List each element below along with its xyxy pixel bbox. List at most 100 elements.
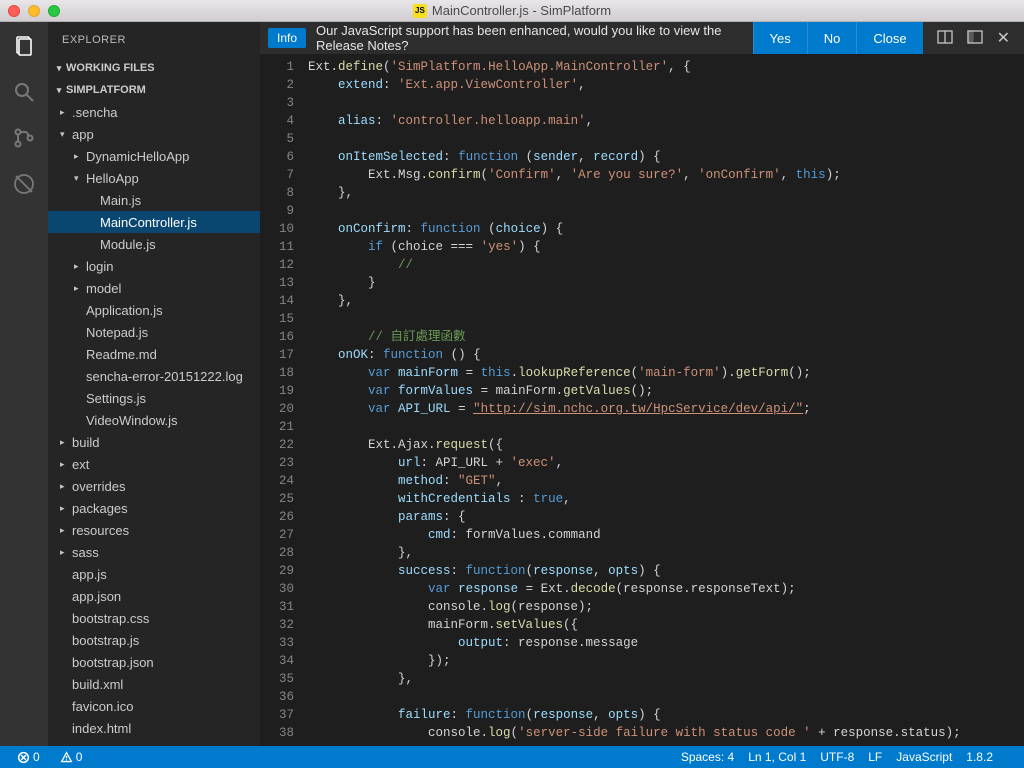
tree-item-label: favicon.ico [72, 699, 133, 714]
version-status[interactable]: 1.8.2 [959, 750, 1000, 764]
workbench: EXPLORER ▾ WORKING FILES ▾ SIMPLATFORM ▸… [0, 22, 1024, 746]
warnings-status[interactable]: 0 [53, 750, 90, 764]
tree-item[interactable]: ▸Readme.md [48, 343, 260, 365]
warning-count: 0 [76, 750, 83, 764]
code-editor[interactable]: 1234567891011121314151617181920212223242… [260, 54, 1024, 746]
tree-item[interactable]: ▸index.html [48, 717, 260, 739]
tree-item-label: .sencha [72, 105, 118, 120]
tree-item[interactable]: ▸sass [48, 541, 260, 563]
tree-item-label: sencha-error-20151222.log [86, 369, 243, 384]
minimize-window-button[interactable] [28, 5, 40, 17]
language-status[interactable]: JavaScript [889, 750, 959, 764]
tree-item-label: bootstrap.json [72, 655, 154, 670]
title-text: MainController.js - SimPlatform [432, 3, 611, 18]
tree-item[interactable]: ▸MainController.js [48, 211, 260, 233]
tree-item[interactable]: ▸DynamicHelloApp [48, 145, 260, 167]
tree-item[interactable]: ▸resources [48, 519, 260, 541]
toggle-panel-icon[interactable] [967, 29, 983, 48]
tree-item-label: packages [72, 501, 128, 516]
tree-item[interactable]: ▸VideoWindow.js [48, 409, 260, 431]
feedback-icon[interactable] [1000, 750, 1014, 764]
chevron-right-icon: ▸ [60, 481, 70, 492]
search-activity-icon[interactable] [10, 78, 38, 106]
chevron-right-icon: ▸ [60, 547, 70, 558]
chevron-right-icon: ▸ [74, 261, 84, 272]
sidebar-header: EXPLORER [48, 22, 260, 57]
tree-item[interactable]: ▸build [48, 431, 260, 453]
tree-item[interactable]: ▸bootstrap.css [48, 607, 260, 629]
tree-item-label: resources [72, 523, 129, 538]
tree-item[interactable]: ▸app.json [48, 585, 260, 607]
git-activity-icon[interactable] [10, 124, 38, 152]
maximize-window-button[interactable] [48, 5, 60, 17]
encoding-status[interactable]: UTF-8 [813, 750, 861, 764]
working-files-section[interactable]: ▾ WORKING FILES [48, 57, 260, 79]
chevron-right-icon: ▸ [60, 525, 70, 536]
notification-close-button[interactable]: Close [856, 22, 922, 54]
notification-no-button[interactable]: No [807, 22, 857, 54]
project-section[interactable]: ▾ SIMPLATFORM [48, 79, 260, 101]
cursor-position-status[interactable]: Ln 1, Col 1 [741, 750, 813, 764]
tree-item[interactable]: ▸login [48, 255, 260, 277]
tree-item-label: build.xml [72, 677, 123, 692]
tree-item-label: VideoWindow.js [86, 413, 178, 428]
tree-item-label: model [86, 281, 121, 296]
tree-item[interactable]: ▾app [48, 123, 260, 145]
chevron-down-icon: ▾ [60, 129, 70, 140]
tree-item[interactable]: ▸app.js [48, 563, 260, 585]
notification-bar: Info Our JavaScript support has been enh… [260, 22, 1024, 54]
indentation-status[interactable]: Spaces: 4 [674, 750, 741, 764]
sidebar-title: EXPLORER [62, 34, 126, 46]
code-content[interactable]: Ext.define('SimPlatform.HelloApp.MainCon… [308, 58, 1024, 746]
error-count: 0 [33, 750, 40, 764]
working-files-label: WORKING FILES [66, 62, 155, 74]
tree-item-label: Notepad.js [86, 325, 148, 340]
tree-item[interactable]: ▸Notepad.js [48, 321, 260, 343]
tree-item[interactable]: ▾HelloApp [48, 167, 260, 189]
window-title: JS MainController.js - SimPlatform [413, 3, 611, 18]
status-bar: 0 0 Spaces: 4 Ln 1, Col 1 UTF-8 LF JavaS… [0, 746, 1024, 768]
info-actions: Yes No Close [753, 22, 923, 54]
editor-pane: Info Our JavaScript support has been enh… [260, 22, 1024, 746]
window-titlebar: JS MainController.js - SimPlatform [0, 0, 1024, 22]
tree-item-label: Readme.md [86, 347, 157, 362]
tree-item[interactable]: ▸model [48, 277, 260, 299]
explorer-activity-icon[interactable] [10, 32, 38, 60]
tree-item[interactable]: ▸overrides [48, 475, 260, 497]
chevron-right-icon: ▸ [74, 283, 84, 294]
tree-item-label: sass [72, 545, 99, 560]
tree-item-label: Settings.js [86, 391, 146, 406]
chevron-down-icon: ▾ [74, 173, 84, 184]
tree-item[interactable]: ▸Module.js [48, 233, 260, 255]
tree-item-label: overrides [72, 479, 125, 494]
tree-item[interactable]: ▸Settings.js [48, 387, 260, 409]
tree-item-label: bootstrap.js [72, 633, 139, 648]
js-file-icon: JS [413, 4, 427, 18]
notification-yes-button[interactable]: Yes [753, 22, 807, 54]
close-editor-icon[interactable]: ✕ [997, 28, 1010, 48]
tree-item[interactable]: ▸packages [48, 497, 260, 519]
close-window-button[interactable] [8, 5, 20, 17]
tree-item-label: app.json [72, 589, 121, 604]
tree-item[interactable]: ▸.sencha [48, 101, 260, 123]
tree-item[interactable]: ▸bootstrap.js [48, 629, 260, 651]
chevron-right-icon: ▸ [60, 459, 70, 470]
chevron-right-icon: ▸ [60, 107, 70, 118]
split-editor-icon[interactable] [937, 29, 953, 48]
tree-item[interactable]: ▸build.xml [48, 673, 260, 695]
tree-item-label: Application.js [86, 303, 163, 318]
tree-item-label: bootstrap.css [72, 611, 149, 626]
tree-item[interactable]: ▸ext [48, 453, 260, 475]
tree-item[interactable]: ▸sencha-error-20151222.log [48, 365, 260, 387]
tree-item-label: MainController.js [100, 215, 197, 230]
chevron-right-icon: ▸ [74, 151, 84, 162]
file-tree: ▸.sencha▾app▸DynamicHelloApp▾HelloApp▸Ma… [48, 101, 260, 739]
tree-item[interactable]: ▸Application.js [48, 299, 260, 321]
eol-status[interactable]: LF [861, 750, 889, 764]
tree-item-label: index.html [72, 721, 131, 736]
tree-item[interactable]: ▸bootstrap.json [48, 651, 260, 673]
errors-status[interactable]: 0 [10, 750, 47, 764]
debug-activity-icon[interactable] [10, 170, 38, 198]
tree-item[interactable]: ▸favicon.ico [48, 695, 260, 717]
tree-item[interactable]: ▸Main.js [48, 189, 260, 211]
